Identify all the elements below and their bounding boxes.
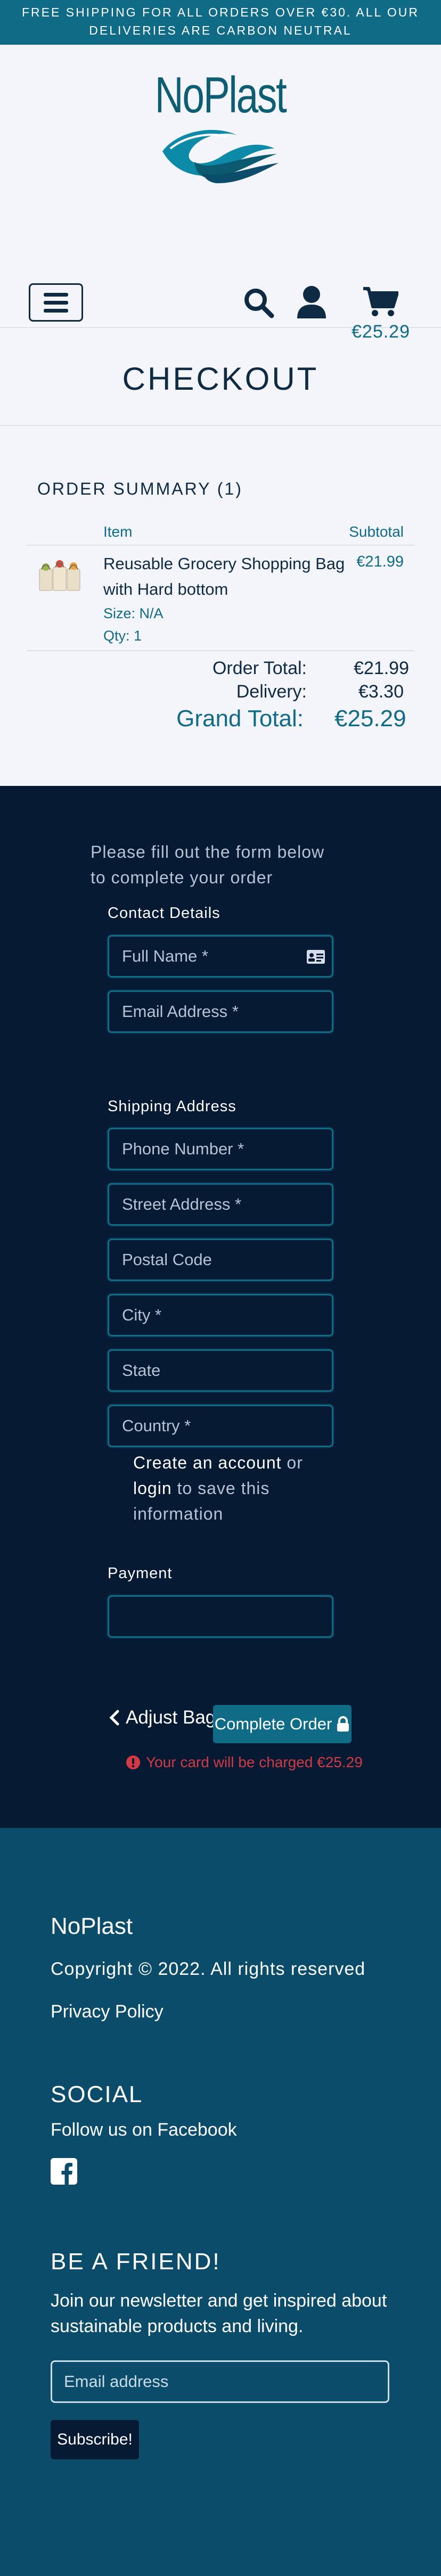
order-total-label: Order Total: — [212, 658, 307, 678]
product-qty: Qty: 1 — [103, 628, 142, 644]
grand-total-line: Grand Total: €25.29 — [27, 703, 406, 734]
phone-placeholder: Phone Number * — [122, 1139, 244, 1158]
delivery-line: Delivery: €3.30 — [27, 680, 404, 703]
site-footer: NoPlast Copyright © 2022. All rights res… — [0, 1828, 441, 2576]
cart-total[interactable]: €25.29 — [346, 322, 415, 342]
footer-brand: NoPlast — [51, 1913, 133, 1939]
order-summary: ORDER SUMMARY (1) Item Subtotal Reusable… — [0, 426, 441, 786]
newsletter-email-input[interactable]: Email address — [51, 2360, 389, 2403]
state-placeholder: State — [122, 1361, 161, 1380]
facebook-icon[interactable] — [51, 2158, 77, 2185]
phone-field[interactable]: Phone Number * — [108, 1128, 333, 1170]
country-placeholder: Country * — [122, 1416, 191, 1435]
logo-text: NoPlast — [155, 67, 287, 124]
product-subtotal: €21.99 — [356, 553, 404, 570]
grand-total-label: Grand Total: — [176, 705, 304, 732]
city-placeholder: City * — [122, 1306, 162, 1324]
menu-icon-bar — [44, 292, 68, 297]
column-header-subtotal: Subtotal — [349, 523, 404, 540]
or-text: or — [287, 1453, 303, 1472]
create-account-link[interactable]: Create an account — [133, 1453, 282, 1472]
privacy-policy-link[interactable]: Privacy Policy — [51, 2001, 164, 2022]
product-info: Reusable Grocery Shopping Bag with Hard … — [103, 551, 356, 647]
state-field[interactable]: State — [108, 1349, 333, 1392]
card-payment-field[interactable] — [108, 1595, 333, 1638]
delivery-label: Delivery: — [236, 682, 307, 702]
menu-button[interactable] — [29, 283, 83, 322]
subscribe-button[interactable]: Subscribe! — [51, 2420, 139, 2459]
newsletter-heading: BE A FRIEND! — [51, 2249, 221, 2275]
wave-logo-icon — [162, 130, 279, 184]
charge-warning: Your card will be charged €25.29 — [126, 1754, 363, 1771]
payment-label: Payment — [108, 1565, 173, 1582]
postal-placeholder: Postal Code — [122, 1250, 212, 1269]
adjust-bag-label: Adjust Bag — [126, 1707, 216, 1728]
site-logo[interactable]: NoPlast — [0, 66, 441, 125]
exclamation-circle-icon — [126, 1755, 140, 1769]
newsletter-email-placeholder: Email address — [64, 2372, 169, 2391]
adjust-bag-link[interactable]: Adjust Bag — [109, 1707, 216, 1728]
order-totals: Order Total: €21.99 Delivery: €3.30 Gran… — [27, 651, 414, 734]
full-name-field[interactable]: Full Name * — [108, 935, 333, 978]
newsletter-text: Join our newsletter and get inspired abo… — [51, 2291, 387, 2336]
email-placeholder: Email Address * — [122, 1002, 239, 1021]
banner-line-1: FREE SHIPPING FOR ALL ORDERS OVER €30. A… — [22, 5, 419, 19]
delivery-value: €3.30 — [358, 682, 404, 702]
form-intro: Please fill out the form below to comple… — [91, 842, 325, 887]
country-field[interactable]: Country * — [108, 1405, 333, 1447]
page-title: CHECKOUT — [122, 360, 319, 397]
chevron-left-icon — [109, 1710, 119, 1726]
product-image — [39, 560, 80, 591]
site-header: NoPlast €25.29 — [0, 45, 441, 342]
table-row: Reusable Grocery Shopping Bag with Hard … — [27, 546, 414, 651]
product-thumbnail[interactable] — [27, 551, 103, 647]
checkout-form: Please fill out the form below to comple… — [0, 786, 441, 1828]
order-total-value: €21.99 — [354, 658, 409, 678]
menu-icon-bar — [44, 300, 68, 305]
product-size: Size: N/A — [103, 605, 164, 621]
street-address-field[interactable]: Street Address * — [108, 1183, 333, 1226]
postal-code-field[interactable]: Postal Code — [108, 1238, 333, 1281]
login-link[interactable]: login — [133, 1479, 172, 1498]
complete-order-label: Complete Order — [214, 1714, 332, 1733]
shipping-address-label: Shipping Address — [108, 1098, 236, 1115]
social-heading: SOCIAL — [51, 2081, 143, 2107]
summary-heading: ORDER SUMMARY (1) — [37, 479, 243, 498]
footer-copyright: Copyright © 2022. All rights reserved — [51, 1959, 366, 1979]
email-field[interactable]: Email Address * — [108, 990, 333, 1033]
summary-table-header: Item Subtotal — [27, 523, 414, 546]
facebook-follow-link[interactable]: Follow us on Facebook — [51, 2120, 237, 2140]
charge-warning-text: Your card will be charged €25.29 — [146, 1754, 363, 1770]
complete-order-button[interactable]: Complete Order — [213, 1705, 352, 1743]
contact-details-label: Contact Details — [108, 905, 220, 922]
title-band: CHECKOUT — [0, 328, 441, 426]
summary-table: Item Subtotal Reusable Grocery Shopping … — [27, 523, 414, 651]
lock-icon — [337, 1716, 349, 1732]
banner-line-2: DELIVERIES ARE CARBON NEUTRAL — [89, 23, 352, 37]
account-note: Create an account or login to save this … — [133, 1450, 346, 1527]
contact-card-icon — [307, 950, 325, 964]
column-header-item: Item — [103, 523, 133, 540]
order-total-line: Order Total: €21.99 — [27, 657, 409, 680]
user-icon[interactable] — [296, 285, 327, 318]
street-placeholder: Street Address * — [122, 1195, 242, 1213]
search-icon[interactable] — [243, 287, 275, 319]
product-name: Reusable Grocery Shopping Bag with Hard … — [103, 554, 345, 598]
cart-icon[interactable] — [362, 285, 398, 317]
full-name-placeholder: Full Name * — [122, 947, 208, 965]
shipping-banner: FREE SHIPPING FOR ALL ORDERS OVER €30. A… — [0, 0, 441, 45]
menu-icon-bar — [44, 308, 68, 313]
grand-total-value: €25.29 — [334, 705, 406, 732]
city-field[interactable]: City * — [108, 1294, 333, 1336]
